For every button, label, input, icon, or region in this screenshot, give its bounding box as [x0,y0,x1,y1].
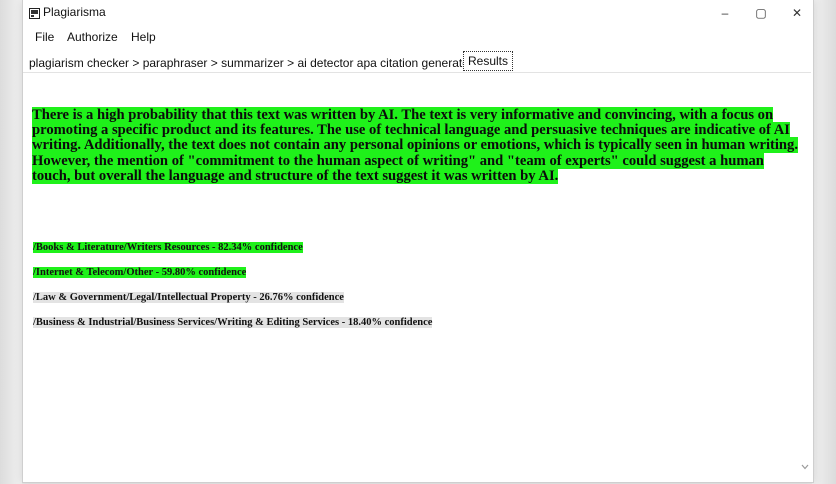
app-window: Plagiarisma – ▢ ✕ File Authorize Help pl… [22,0,814,483]
desktop-background-left [0,0,22,484]
tool-navigation-links[interactable]: plagiarism checker > paraphraser > summa… [29,56,473,70]
menu-bar: File Authorize Help [23,26,813,48]
category-label: /Law & Government/Legal/Intellectual Pro… [33,292,344,303]
title-bar[interactable]: Plagiarisma – ▢ ✕ [23,0,813,26]
category-row: /Business & Industrial/Business Services… [32,316,433,330]
category-label: /Books & Literature/Writers Resources - … [33,242,303,253]
category-row: /Law & Government/Legal/Intellectual Pro… [32,291,345,305]
maximize-icon: ▢ [755,6,767,20]
tool-toolbar: plagiarism checker > paraphraser > summa… [23,50,813,72]
category-label: /Business & Industrial/Business Services… [33,317,433,328]
category-label: /Internet & Telecom/Other - 59.80% confi… [33,267,247,278]
verdict-text: There is a high probability that this te… [32,107,798,184]
menu-help[interactable]: Help [131,30,156,44]
category-row: /Books & Literature/Writers Resources - … [32,241,304,255]
menu-authorize[interactable]: Authorize [67,30,118,44]
chevron-down-icon[interactable] [801,462,809,473]
close-button[interactable]: ✕ [779,0,815,26]
results-panel: There is a high probability that this te… [23,72,811,481]
minimize-button[interactable]: – [707,0,743,26]
close-icon: ✕ [791,6,803,20]
window-title: Plagiarisma [43,5,106,19]
app-window-icon [29,6,40,19]
minimize-icon: – [721,6,729,20]
ai-detection-verdict: There is a high probability that this te… [32,107,800,184]
desktop-background-right [812,0,836,484]
maximize-button[interactable]: ▢ [743,0,779,26]
menu-file[interactable]: File [35,30,54,44]
results-tab[interactable]: Results [463,51,514,71]
category-row: /Internet & Telecom/Other - 59.80% confi… [32,266,247,280]
